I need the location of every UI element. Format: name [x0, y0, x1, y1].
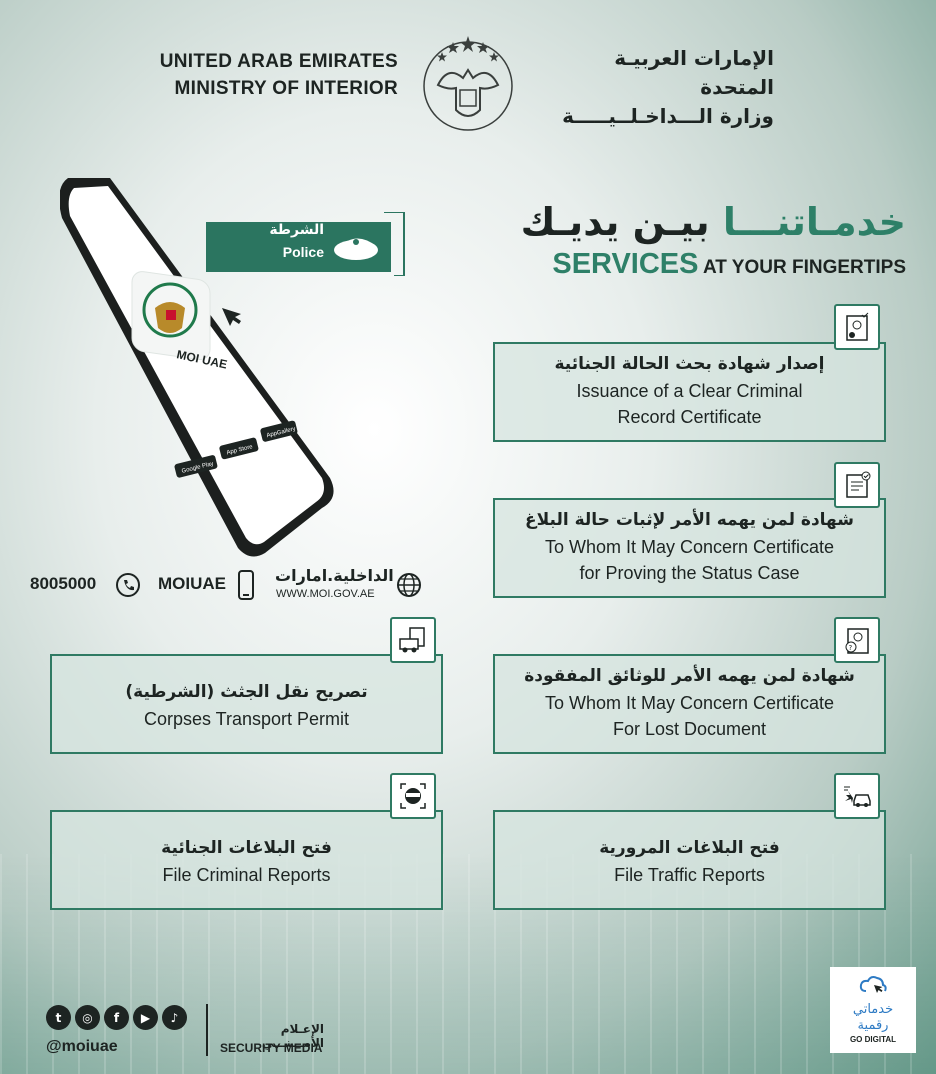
police-tag: الشرطة Police: [206, 212, 406, 276]
card-title-en-line2: for Proving the Status Case: [579, 563, 800, 583]
card-title-en-line1: To Whom It May Concern Certificate: [544, 537, 835, 557]
contacts-row: 8005000 MOIUAE الداخلية.امارات WWW.MOI.G…: [30, 566, 430, 604]
card-title-en: File Criminal Reports: [162, 865, 331, 885]
card-title-ar: شهادة لمن يهمه الأمر لإثبات حالة البلاغ: [524, 510, 855, 530]
social-handle[interactable]: @moiuae: [46, 1038, 118, 1056]
certificate-fingerprint-icon: [834, 304, 880, 350]
card-title-en-line2: For Lost Document: [612, 719, 767, 739]
service-card-status-case[interactable]: شهادة لمن يهمه الأمر لإثبات حالة البلاغ …: [493, 498, 886, 598]
uae-emblem-icon: [423, 36, 513, 131]
police-tag-en: Police: [282, 244, 324, 260]
youtube-icon[interactable]: ▶: [133, 1005, 158, 1030]
services-heading-ar-part1: خدمـاتنـــا: [722, 200, 906, 244]
services-heading-ar-part2: بيـن يديـك: [520, 200, 710, 244]
header-english: UNITED ARAB EMIRATES MINISTRY OF INTERIO…: [160, 48, 398, 102]
globe-icon: [397, 573, 421, 597]
card-title-en: To Whom It May Concern Certificate For L…: [495, 690, 884, 742]
card-title-en: To Whom It May Concern Certificate for P…: [495, 534, 884, 586]
card-title-ar: فتح البلاغات المرورية: [599, 838, 780, 858]
card-title-en: File Traffic Reports: [614, 865, 765, 885]
services-heading-en: SERVICES AT YOUR FINGERTIPS: [552, 248, 906, 281]
go-digital-en: GO DIGITAL: [849, 1035, 897, 1044]
svg-text:?: ?: [849, 644, 853, 652]
document-question-icon: ?: [834, 617, 880, 663]
service-card-criminal-record[interactable]: إصدار شهادة بحث الحالة الجنائية Issuance…: [493, 342, 886, 442]
services-heading-en-small: AT YOUR FINGERTIPS: [702, 257, 906, 278]
police-tag-ar: الشرطة: [269, 222, 324, 238]
card-title-en: Corpses Transport Permit: [143, 709, 350, 729]
contact-social-handle[interactable]: MOIUAE: [158, 574, 226, 594]
certificate-check-icon: [834, 462, 880, 508]
car-crash-icon: [834, 773, 880, 819]
ambulance-document-icon: [390, 617, 436, 663]
card-title-ar: إصدار شهادة بحث الحالة الجنائية: [554, 354, 825, 374]
header-ar-line2: وزارة الـــداخـلــيـــــة: [562, 104, 774, 128]
card-title-en-line1: To Whom It May Concern Certificate: [544, 693, 835, 713]
contact-phone[interactable]: 8005000: [30, 574, 96, 594]
services-heading-en-big: SERVICES: [552, 248, 699, 280]
card-title-en-line1: Issuance of a Clear Criminal: [576, 381, 803, 401]
header-en-line2: MINISTRY OF INTERIOR: [174, 78, 398, 99]
card-title-en: Issuance of a Clear Criminal Record Cert…: [495, 378, 884, 430]
header-en-line1: UNITED ARAB EMIRATES: [159, 51, 398, 72]
go-digital-ar2: رقمية: [857, 1018, 889, 1033]
service-card-traffic-reports[interactable]: فتح البلاغات المرورية File Traffic Repor…: [493, 810, 886, 910]
contact-web-en[interactable]: WWW.MOI.GOV.AE: [276, 588, 375, 600]
mobile-icon: [238, 570, 254, 600]
services-heading-ar: خدمـاتنـــا بيـن يديـك: [521, 200, 906, 244]
go-digital-logo: خدماتي رقمية GO DIGITAL: [830, 967, 916, 1053]
go-digital-ar1: خدماتي: [852, 1002, 894, 1017]
header-ar-line1: الإمارات العربيـة المتحدة: [614, 46, 774, 99]
twitter-icon[interactable]: t: [46, 1005, 71, 1030]
service-card-lost-document[interactable]: شهادة لمن يهمه الأمر للوثائق المفقودة To…: [493, 654, 886, 754]
hand-pointer-icon: [222, 308, 241, 326]
tiktok-icon[interactable]: ♪: [162, 1005, 187, 1030]
instagram-icon[interactable]: ◎: [75, 1005, 100, 1030]
cloud-pointer-icon: [859, 976, 887, 993]
security-media-en: SECURITY MEDIA: [220, 1041, 323, 1055]
facebook-icon[interactable]: f: [104, 1005, 129, 1030]
service-card-corpses-permit[interactable]: تصريح نقل الجثث (الشرطية) Corpses Transp…: [50, 654, 443, 754]
masked-criminal-icon: [390, 773, 436, 819]
card-title-ar: فتح البلاغات الجنائية: [161, 838, 332, 858]
header-arabic: الإمارات العربيـة المتحدة وزارة الـــداخ…: [534, 44, 774, 131]
card-title-ar: تصريح نقل الجثث (الشرطية): [125, 682, 368, 702]
contact-web-ar[interactable]: الداخلية.امارات: [275, 566, 394, 585]
phone-icon: [116, 573, 140, 597]
social-icons: t ◎ f ▶ ♪: [46, 1005, 187, 1033]
card-title-en-line2: Record Certificate: [617, 407, 762, 427]
service-card-criminal-reports[interactable]: فتح البلاغات الجنائية File Criminal Repo…: [50, 810, 443, 910]
footer-divider: [206, 1004, 208, 1056]
card-title-ar: شهادة لمن يهمه الأمر للوثائق المفقودة: [524, 666, 855, 686]
